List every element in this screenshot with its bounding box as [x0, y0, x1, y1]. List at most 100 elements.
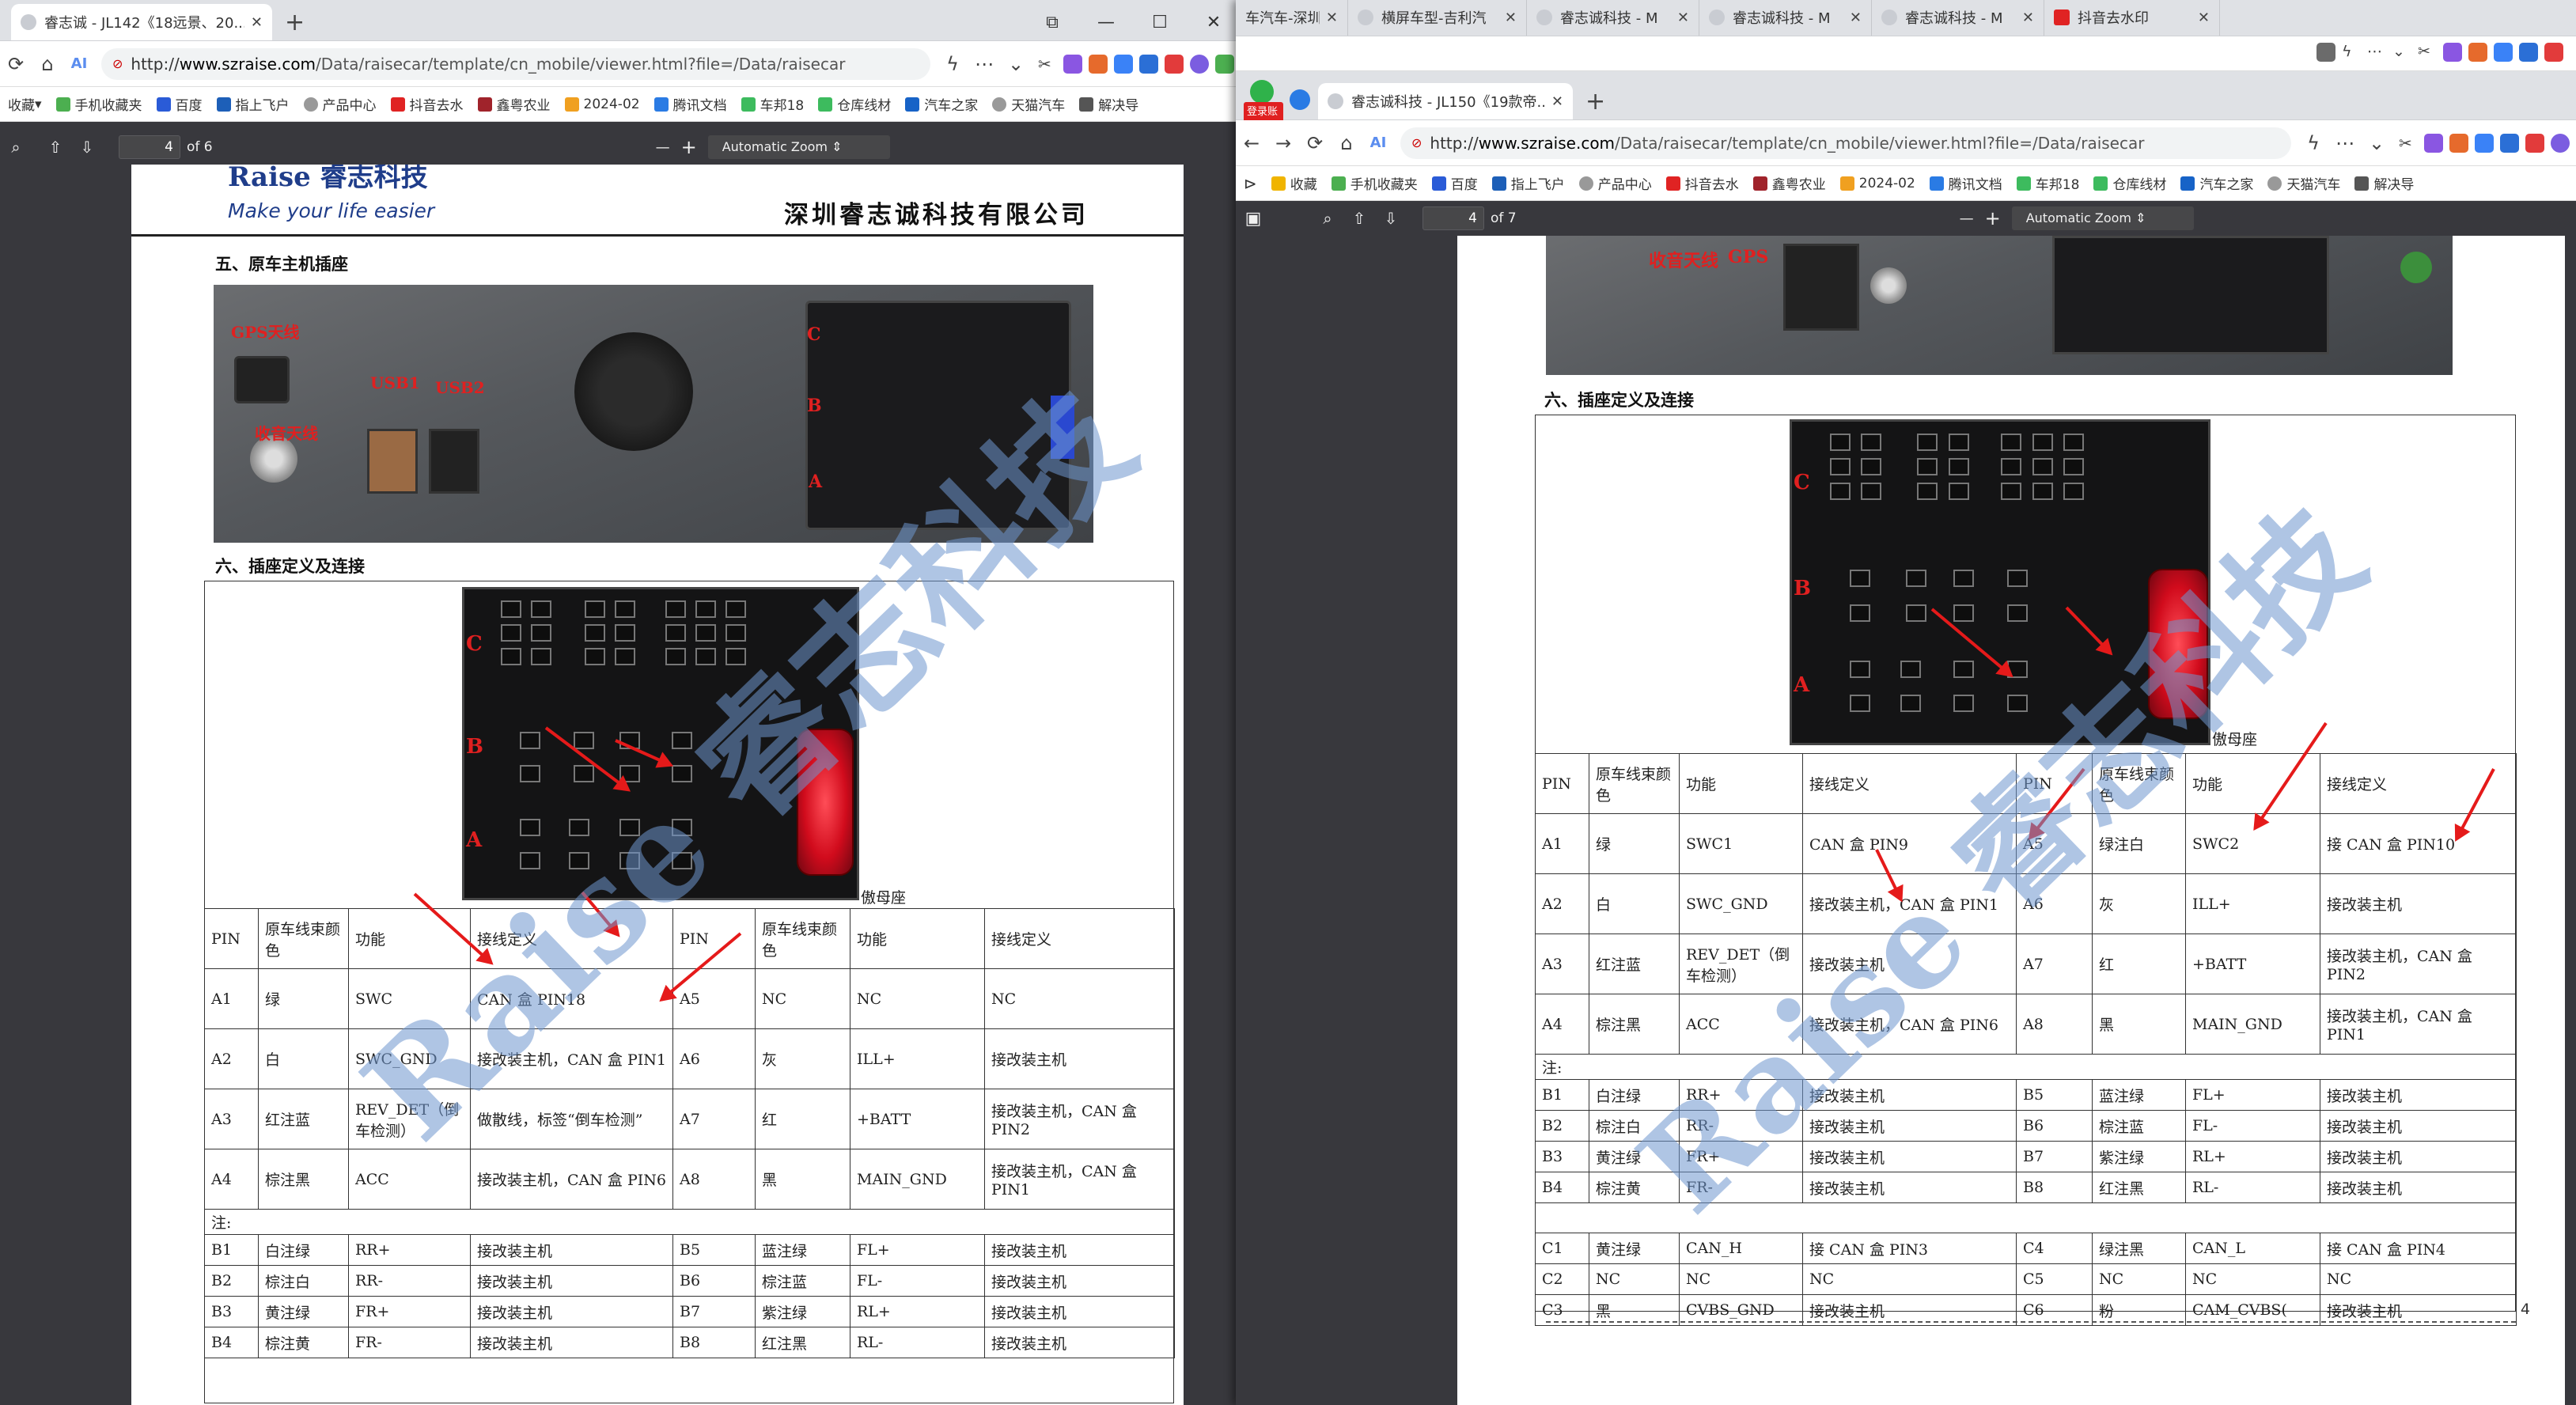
more-icon[interactable]: ⋯: [968, 48, 1000, 80]
address-bar[interactable]: ⊘ http://www.szraise.com/Data/raisecar/t…: [101, 47, 930, 80]
bookmark-item[interactable]: 百度: [156, 94, 203, 114]
bookmark-item[interactable]: 仓库线材: [2093, 173, 2166, 193]
bookmark-item[interactable]: 2024-02: [564, 97, 640, 112]
calendar-icon[interactable]: [2519, 43, 2538, 62]
dropdown-icon[interactable]: ⌄: [2361, 127, 2392, 159]
bookmark-item[interactable]: 汽车之家: [2180, 173, 2253, 193]
next-page-icon[interactable]: ⇩: [1375, 209, 1407, 228]
bookmark-item[interactable]: 抖音去水: [1665, 173, 1739, 193]
bookmark-item[interactable]: 产品中心: [303, 94, 377, 114]
bookmark-item[interactable]: 天猫汽车: [992, 94, 1065, 114]
shopping-icon[interactable]: [2544, 43, 2563, 62]
reload-icon[interactable]: ⟳: [0, 48, 32, 80]
extension-icon[interactable]: [2443, 43, 2462, 62]
bookmark-item[interactable]: 2024-02: [1839, 176, 1915, 191]
bookmark-item[interactable]: 车邦18: [741, 94, 804, 114]
new-tab-button[interactable]: +: [272, 4, 317, 40]
zoom-select[interactable]: Automatic Zoom ⇕: [2011, 206, 2194, 230]
shopping-icon[interactable]: [1165, 54, 1184, 74]
find-icon[interactable]: ⌕: [0, 138, 32, 157]
bookmark-item[interactable]: 手机收藏夹: [1331, 173, 1418, 193]
bookmark-item[interactable]: 收藏 ▾: [8, 94, 42, 115]
tab-close-icon[interactable]: ✕: [1326, 9, 1338, 26]
bookmark-item[interactable]: 鑫粤农业: [477, 94, 551, 114]
left-active-tab[interactable]: 睿志诚 - JL142《18远景、20... ✕: [11, 4, 272, 40]
shopping-icon[interactable]: [2525, 133, 2544, 153]
tab-close-icon[interactable]: ✕: [251, 14, 263, 31]
bookmark-item[interactable]: 汽车之家: [905, 94, 978, 114]
page-number-input[interactable]: 4: [119, 135, 180, 159]
bird-icon[interactable]: [2475, 133, 2494, 153]
bird-icon[interactable]: [2494, 43, 2513, 62]
scissors-icon[interactable]: ✂: [1038, 55, 1057, 74]
tab-close-icon[interactable]: ✕: [2198, 9, 2210, 26]
minimize-button[interactable]: —: [1079, 13, 1133, 32]
background-tab[interactable]: 横屏车型-吉利汽 ✕: [1348, 0, 1527, 36]
calendar-icon[interactable]: [2500, 133, 2519, 153]
right-pdf-viewer[interactable]: 收音天线 GPS 六、插座定义及连接 C B A 傲母座 PIN 原车线束颜色 功能…: [1236, 236, 2576, 1405]
zoom-in-button[interactable]: +: [1985, 207, 2001, 229]
tab-close-icon[interactable]: ✕: [1551, 93, 1563, 110]
bookmark-item[interactable]: 解决导: [1079, 94, 1138, 114]
more-icon[interactable]: ⋯: [2329, 127, 2361, 159]
ai-icon[interactable]: AI: [1362, 127, 1394, 159]
bookmark-item[interactable]: 指上飞户: [216, 94, 290, 114]
back-icon[interactable]: ←: [1236, 127, 1267, 159]
bookmark-item[interactable]: 天猫汽车: [2267, 173, 2340, 193]
address-bar[interactable]: ⊘ http://www.szraise.com/Data/raisecar/t…: [1400, 127, 2291, 159]
extension-icon[interactable]: [1063, 54, 1082, 74]
tab-close-icon[interactable]: ✕: [2022, 9, 2034, 26]
ai-icon[interactable]: AI: [63, 48, 95, 80]
find-icon[interactable]: ⌕: [1312, 209, 1343, 228]
maximize-button[interactable]: ☐: [1133, 13, 1187, 32]
bookmark-item[interactable]: 抖音去水: [390, 94, 464, 114]
background-tab[interactable]: 睿志诚科技 - M ✕: [1527, 0, 1699, 36]
bookmark-item[interactable]: 腾讯文档: [1929, 173, 2002, 193]
page-number-input[interactable]: 4: [1422, 206, 1484, 230]
bookmark-item[interactable]: 车邦18: [2016, 173, 2079, 193]
left-pdf-viewer[interactable]: Raise 睿志科技 Make your life easier 深圳睿志诚科技…: [0, 165, 1241, 1405]
forward-icon[interactable]: →: [1267, 127, 1299, 159]
dropdown-icon[interactable]: ⌄: [2392, 43, 2411, 62]
sidebar-toggle[interactable]: ⊳: [1244, 174, 1257, 193]
right-active-tab[interactable]: 睿志诚科技 - JL150《19款帝... ✕: [1318, 83, 1573, 119]
zoom-in-button[interactable]: +: [681, 136, 697, 158]
home-icon[interactable]: ⌂: [1331, 127, 1362, 159]
zoom-out-button[interactable]: —: [656, 139, 670, 156]
bookmark-item[interactable]: 手机收藏夹: [55, 94, 142, 114]
calendar-icon[interactable]: [1139, 54, 1158, 74]
background-tab[interactable]: 睿志诚科技 - M ✕: [1872, 0, 2044, 36]
tab-close-icon[interactable]: ✕: [1850, 9, 1862, 26]
sidebar-toggle-icon[interactable]: ▣: [1236, 209, 1271, 229]
download-icon[interactable]: [1215, 54, 1234, 74]
lightning-icon[interactable]: ϟ: [2342, 43, 2361, 62]
game-icon[interactable]: [2449, 133, 2468, 153]
bird-icon[interactable]: [1114, 54, 1133, 74]
next-page-icon[interactable]: ⇩: [71, 138, 103, 157]
more-icon[interactable]: ⋯: [2367, 43, 2386, 62]
bookmark-item[interactable]: 收藏: [1271, 173, 1317, 193]
zoom-out-button[interactable]: —: [1960, 210, 1974, 227]
previous-page-icon[interactable]: ⇧: [1343, 209, 1375, 228]
zoom-select[interactable]: Automatic Zoom ⇕: [707, 135, 890, 159]
scissors-icon[interactable]: ✂: [2418, 43, 2437, 62]
background-tab[interactable]: 车汽车-深圳睿✕: [1236, 0, 1348, 36]
tab-close-icon[interactable]: ✕: [1677, 9, 1689, 26]
bookmark-item[interactable]: 解决导: [2354, 173, 2414, 193]
tab-close-icon[interactable]: ✕: [1505, 9, 1517, 26]
bookmark-item[interactable]: 仓库线材: [818, 94, 891, 114]
scissors-icon[interactable]: ✂: [2399, 134, 2418, 153]
close-window-button[interactable]: ✕: [1187, 13, 1241, 32]
bookmark-item[interactable]: 产品中心: [1578, 173, 1652, 193]
verified-icon[interactable]: [1290, 89, 1310, 110]
circle-icon[interactable]: [2551, 133, 2570, 153]
previous-page-icon[interactable]: ⇧: [40, 138, 71, 157]
bookmark-item[interactable]: 腾讯文档: [653, 94, 727, 114]
bookmark-item[interactable]: 鑫粤农业: [1752, 173, 1826, 193]
browser-logo-icon[interactable]: 登录账号: [1244, 75, 1283, 134]
circle-icon[interactable]: [1190, 54, 1209, 74]
lightning-icon[interactable]: ϟ: [2298, 127, 2329, 159]
background-tab[interactable]: 睿志诚科技 - M ✕: [1699, 0, 1872, 36]
extension-icon[interactable]: [2424, 133, 2443, 153]
bookmark-item[interactable]: 百度: [1431, 173, 1478, 193]
